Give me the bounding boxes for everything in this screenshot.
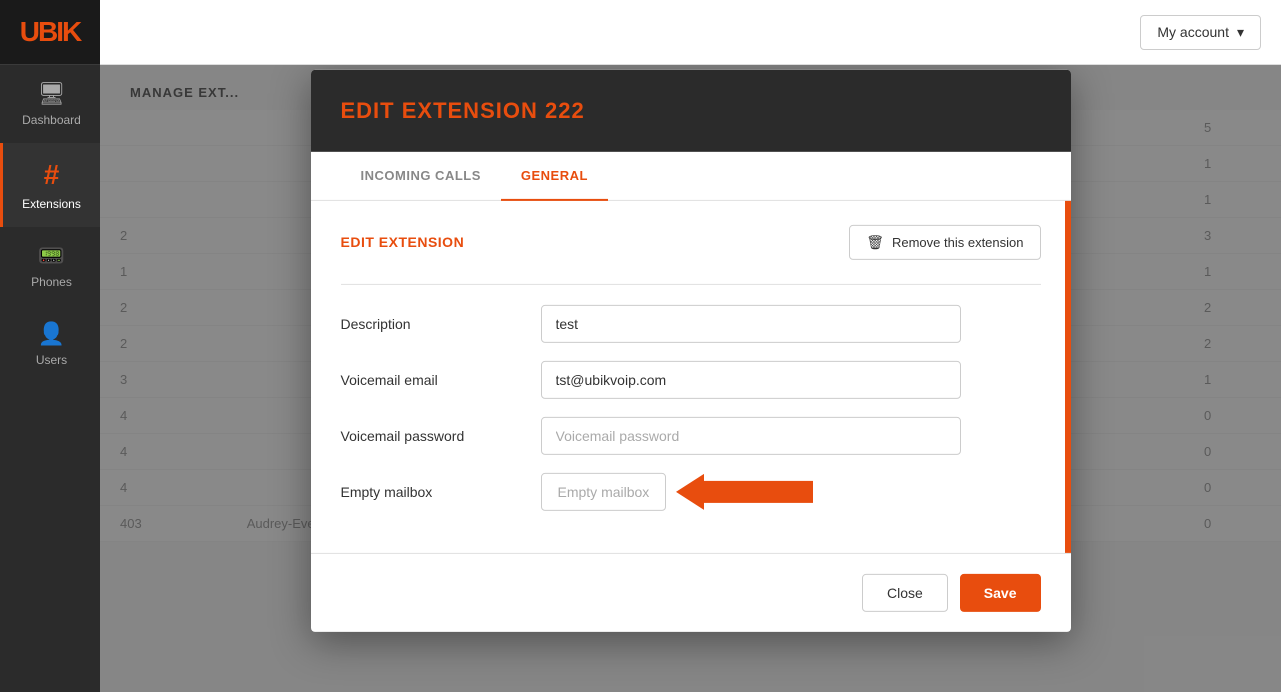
form-divider bbox=[341, 283, 1041, 284]
tab-incoming-calls[interactable]: INCOMING CALLS bbox=[341, 151, 501, 200]
remove-btn-label: Remove this extension bbox=[892, 234, 1024, 249]
description-label: Description bbox=[341, 315, 541, 331]
save-button[interactable]: Save bbox=[960, 573, 1041, 611]
arrow-head bbox=[676, 473, 704, 509]
modal-content-area: EDIT EXTENSION 🗑 Remove this extension D… bbox=[311, 200, 1071, 552]
voicemail-password-label: Voicemail password bbox=[341, 427, 541, 443]
empty-mailbox-btn-label: Empty mailbox bbox=[558, 483, 650, 499]
sidebar: UBIK Dashboard Extensions Phones Users bbox=[0, 0, 100, 692]
empty-mailbox-row: Empty mailbox Empty mailbox bbox=[341, 472, 1041, 510]
sidebar-item-users[interactable]: Users bbox=[0, 305, 100, 383]
red-side-bar bbox=[1065, 200, 1071, 552]
description-row: Description bbox=[341, 304, 1041, 342]
sidebar-item-label: Phones bbox=[31, 275, 72, 289]
my-account-button[interactable]: My account bbox=[1140, 15, 1261, 50]
sidebar-item-label: Extensions bbox=[22, 197, 81, 211]
remove-extension-button[interactable]: 🗑 Remove this extension bbox=[849, 224, 1040, 259]
phone-icon bbox=[38, 243, 65, 269]
topbar: My account bbox=[100, 0, 1281, 65]
modal-body: INCOMING CALLS GENERAL EDIT EXTENSION 🗑 … bbox=[311, 151, 1071, 631]
user-icon bbox=[38, 321, 65, 347]
modal-header: EDIT EXTENSION 222 bbox=[311, 69, 1071, 151]
hash-icon bbox=[44, 159, 60, 191]
close-button[interactable]: Close bbox=[862, 573, 948, 611]
voicemail-email-input[interactable] bbox=[541, 360, 961, 398]
sidebar-item-phones[interactable]: Phones bbox=[0, 227, 100, 305]
sidebar-item-dashboard[interactable]: Dashboard bbox=[0, 65, 100, 143]
sidebar-item-label: Dashboard bbox=[22, 113, 81, 127]
voicemail-password-row: Voicemail password bbox=[341, 416, 1041, 454]
arrow-annotation bbox=[676, 473, 813, 509]
tab-general[interactable]: GENERAL bbox=[501, 151, 608, 200]
modal-form: EDIT EXTENSION 🗑 Remove this extension D… bbox=[311, 200, 1071, 552]
monitor-icon bbox=[38, 81, 66, 107]
arrow-shape bbox=[676, 473, 813, 509]
edit-extension-modal: EDIT EXTENSION 222 INCOMING CALLS GENERA… bbox=[311, 69, 1071, 631]
modal-title: EDIT EXTENSION 222 bbox=[341, 97, 1041, 123]
voicemail-email-label: Voicemail email bbox=[341, 371, 541, 387]
app-logo: UBIK bbox=[0, 0, 100, 65]
modal-footer: Close Save bbox=[311, 552, 1071, 631]
my-account-label: My account bbox=[1157, 24, 1229, 40]
arrow-body bbox=[703, 480, 813, 502]
voicemail-email-row: Voicemail email bbox=[341, 360, 1041, 398]
trash-icon: 🗑 bbox=[866, 233, 884, 250]
empty-mailbox-label: Empty mailbox bbox=[341, 483, 541, 499]
voicemail-password-input[interactable] bbox=[541, 416, 961, 454]
edit-extension-label: EDIT EXTENSION bbox=[341, 234, 465, 250]
sidebar-item-label: Users bbox=[36, 353, 67, 367]
edit-extension-row: EDIT EXTENSION 🗑 Remove this extension bbox=[341, 224, 1041, 259]
main-content: MANAGE EXT... 5112311222231404040403Audr… bbox=[100, 65, 1281, 692]
empty-mailbox-button[interactable]: Empty mailbox bbox=[541, 472, 667, 510]
description-input[interactable] bbox=[541, 304, 961, 342]
sidebar-item-extensions[interactable]: Extensions bbox=[0, 143, 100, 227]
modal-tabs: INCOMING CALLS GENERAL bbox=[311, 151, 1071, 200]
